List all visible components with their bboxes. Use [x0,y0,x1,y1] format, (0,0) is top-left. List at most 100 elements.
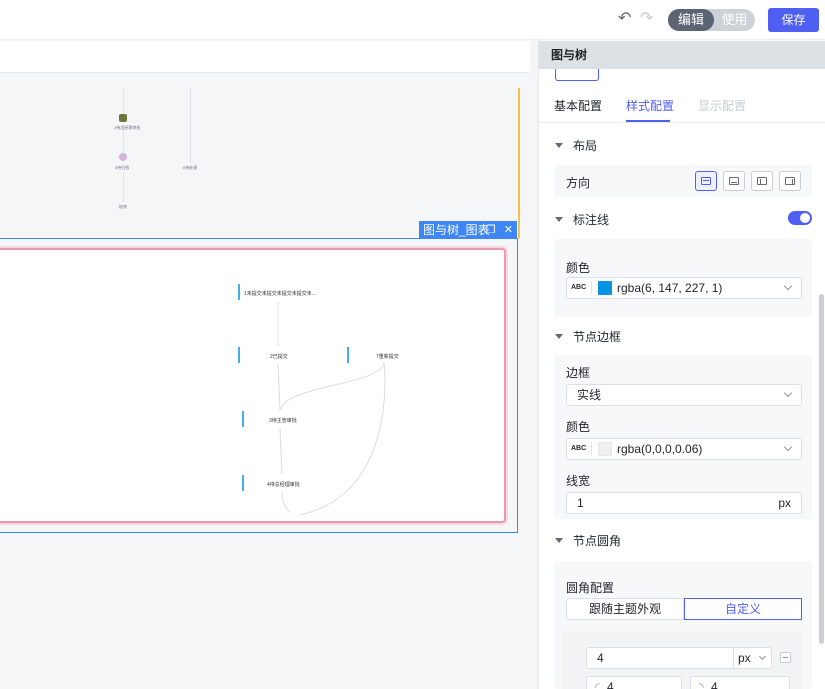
mini-node-label: 6待处理 [183,165,198,170]
border-style-select[interactable]: 实线 [566,384,802,406]
tree-chart-svg: 1未提交未提交未提交未提交未... 2已提交 7重新提交 3待主管审批 4待总经… [238,284,399,516]
radius-top-right-input[interactable]: ◝ 4 [690,676,790,689]
copy-icon[interactable]: ❐ [486,224,496,236]
collapse-caret-icon [555,143,563,148]
divider [591,442,592,456]
mini-node-label: 4待总经理审批 [114,125,141,130]
color-swatch [598,442,612,456]
radius-unit: px [738,651,751,665]
mode-use-option[interactable]: 使用 [714,9,755,31]
tree-node-label: 7重新提交 [376,353,399,360]
config-tabs: 基本配置 样式配置 显示配置 [539,91,825,123]
section-annotation[interactable]: 标注线 [555,211,609,228]
abc-icon: ABC [571,445,587,452]
mini-connector [123,172,124,202]
mode-switch[interactable]: 编辑 使用 [668,9,755,31]
layout-group: 方向 [554,165,812,197]
radius-config-label: 圆角配置 [566,581,615,595]
section-node-border[interactable]: 节点边框 [555,328,621,345]
tab-basic[interactable]: 基本配置 [554,97,602,114]
collapse-corners-icon[interactable] [780,652,791,663]
mini-node-label: 结束 [119,204,127,209]
radius-value: 4 [597,651,604,665]
upper-tree-widget[interactable]: 4待总经理审批 5待归档 6待处理 结束 [0,88,520,238]
selected-widget-label[interactable]: 图与树_图表 ❐ ✕ [419,221,517,239]
border-width-label: 线宽 [566,474,591,488]
mini-node-icon [119,153,127,161]
tree-node-label: 4待总经理审批 [267,481,300,488]
redo-icon[interactable]: ↷ [640,11,653,27]
widget-name: 图与树_图表 [423,223,490,237]
annotation-group: 颜色 ABC rgba(6, 147, 227, 1) [554,239,812,317]
save-button[interactable]: 保存 [768,8,819,32]
component-thumbnail [555,69,599,81]
radius-unit-select[interactable]: px [733,648,771,668]
border-color-value: rgba(0,0,0,0.06) [617,442,703,456]
annotation-color-value: rgba(6, 147, 227, 1) [617,281,723,295]
abc-icon: ABC [571,284,587,291]
direction-options [689,171,801,194]
collapse-caret-icon [555,217,563,222]
collapse-caret-icon [555,334,563,339]
section-annotation-title: 标注线 [573,213,610,227]
mode-edit-option[interactable]: 编辑 [668,9,714,31]
border-color-label: 颜色 [566,420,591,434]
direction-bottom-up-icon[interactable] [723,171,745,191]
undo-icon[interactable]: ↶ [618,11,631,27]
radius-top-left-value: 4 [607,680,614,689]
tab-display[interactable]: 显示配置 [698,97,746,114]
direction-top-down-icon[interactable] [695,171,717,191]
close-icon[interactable]: ✕ [504,224,513,236]
radius-custom-option[interactable]: 自定义 [684,598,802,620]
border-width-unit: px [778,496,791,510]
top-toolbar: ↶ ↷ 编辑 使用 保存 [0,0,825,40]
corner-top-right-icon: ◝ [699,680,704,689]
radius-top-left-input[interactable]: ◜ 4 [586,676,682,689]
border-style-label: 边框 [566,366,591,380]
tab-style[interactable]: 样式配置 [626,97,674,114]
tree-edge [279,427,283,475]
chevron-down-icon [783,388,793,398]
corner-top-left-icon: ◜ [595,680,600,689]
radius-mode-switch[interactable]: 跟随主题外观 自定义 [566,598,802,620]
tree-node-label: 3待主管审批 [269,417,297,424]
section-layout-title: 布局 [573,139,598,153]
tree-edge [277,363,281,411]
radius-follow-theme-option[interactable]: 跟随主题外观 [567,599,684,619]
tree-chart[interactable]: 1未提交未提交未提交未提交未... 2已提交 7重新提交 3待主管审批 4待总经… [0,248,506,523]
chevron-down-icon [783,442,793,452]
section-node-radius[interactable]: 节点圆角 [555,532,621,549]
direction-right-left-icon[interactable] [779,171,801,191]
active-tab-indicator [626,120,670,122]
chevron-down-icon [783,281,793,291]
design-canvas[interactable]: 4待总经理审批 5待归档 6待处理 结束 图与树_图表 ❐ ✕ 1未提交未提交未… [0,41,538,689]
direction-left-right-icon[interactable] [751,171,773,191]
config-panel: 图与树 基本配置 样式配置 显示配置 布局 方向 标注线 颜色 ABC rgba… [538,41,825,689]
tree-edge [281,491,291,513]
direction-label: 方向 [566,176,591,190]
section-node-radius-title: 节点圆角 [573,534,622,548]
panel-scrollbar[interactable] [819,294,824,644]
mini-node-label: 5待归档 [115,165,130,170]
tree-node-label: 2已提交 [270,353,288,360]
radius-custom-card: 4 px ◜ 4 ◝ 4 [562,632,802,689]
section-node-border-title: 节点边框 [573,330,622,344]
tree-node-label: 1未提交未提交未提交未提交未... [244,290,316,297]
section-layout[interactable]: 布局 [555,137,597,154]
chevron-down-icon [758,652,767,661]
border-style-value: 实线 [577,388,602,402]
mini-connector [123,88,124,158]
node-border-group: 边框 实线 颜色 ABC rgba(0,0,0,0.06) 线宽 1 px [554,355,812,519]
canvas-header-strip [0,41,530,73]
annotation-toggle[interactable] [788,211,812,225]
border-color-select[interactable]: ABC rgba(0,0,0,0.06) [566,438,802,460]
mini-node-icon [119,114,127,122]
divider [591,281,592,295]
annotation-color-select[interactable]: ABC rgba(6, 147, 227, 1) [566,277,802,299]
annotation-color-label: 颜色 [566,261,591,275]
panel-title: 图与树 [539,41,825,69]
radius-all-input[interactable]: 4 px [586,647,772,669]
border-width-input[interactable]: 1 px [566,492,802,514]
tree-edge [298,361,386,516]
tree-edge [280,361,385,411]
